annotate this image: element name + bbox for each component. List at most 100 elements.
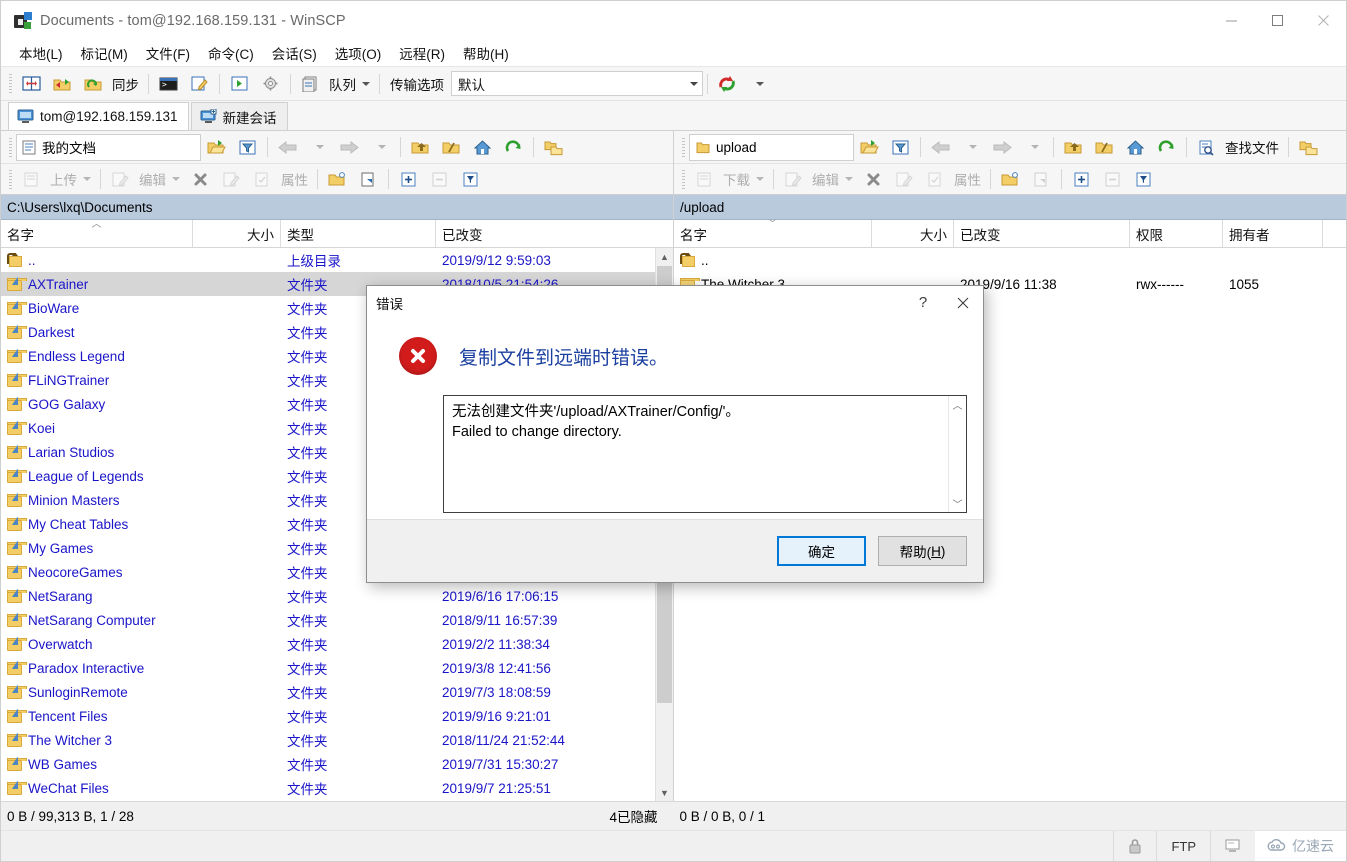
selection-filter-icon[interactable]: [456, 167, 485, 192]
close-icon[interactable]: [1300, 1, 1346, 40]
local-action-grip[interactable]: [9, 169, 12, 189]
open-terminal-icon[interactable]: >: [154, 71, 183, 96]
remote-selection-filter-icon[interactable]: [1129, 167, 1158, 192]
table-row[interactable]: WB Games 文件夹 2019/7/31 15:30:27: [1, 752, 673, 776]
table-row[interactable]: .. 上级目录 2019/9/12 9:59:03: [1, 248, 673, 272]
remote-path-grip[interactable]: [682, 137, 685, 157]
help-question-icon[interactable]: ?: [903, 286, 943, 319]
remote-home-directory-icon[interactable]: [1121, 135, 1150, 160]
menu-item-help[interactable]: 帮助(H): [454, 40, 518, 67]
scroll-up-icon[interactable]: ︿: [949, 396, 966, 413]
remote-dir-combo[interactable]: upload: [689, 133, 854, 161]
remote-action-grip[interactable]: [682, 169, 685, 189]
remote-header-rights[interactable]: 权限: [1130, 220, 1223, 247]
table-row[interactable]: WeChat Files 文件夹 2019/9/7 21:25:51: [1, 776, 673, 800]
folder-bookmark-icon[interactable]: [539, 135, 568, 160]
table-row[interactable]: NetSarang 文件夹 2019/6/16 17:06:15: [1, 584, 673, 608]
remote-forward-icon[interactable]: [988, 135, 1017, 160]
edit-file-icon[interactable]: [185, 71, 214, 96]
dialog-details-box[interactable]: 无法创建文件夹'/upload/AXTrainer/Config/'。 Fail…: [443, 395, 967, 513]
remote-header-name[interactable]: 名字 ﹀: [674, 220, 872, 247]
sync-button[interactable]: 同步: [110, 71, 143, 96]
toolbar-grip[interactable]: [9, 74, 12, 93]
back-dropdown-button[interactable]: [304, 135, 333, 160]
open-remote-folder-icon[interactable]: [855, 135, 884, 160]
preferences-gear-icon[interactable]: [256, 71, 285, 96]
remote-root-directory-icon[interactable]: [1090, 135, 1119, 160]
forward-dropdown-button[interactable]: [366, 135, 395, 160]
table-row[interactable]: Paradox Interactive 文件夹 2019/3/8 12:41:56: [1, 656, 673, 680]
local-path-grip[interactable]: [9, 137, 12, 157]
find-files-icon[interactable]: [1192, 135, 1221, 160]
dialog-details-scrollbar[interactable]: ︿ ﹀: [948, 396, 966, 512]
remote-parent-directory-icon[interactable]: [1059, 135, 1088, 160]
refresh-dropdown-button[interactable]: [744, 71, 773, 96]
menu-item-mark[interactable]: 标记(M): [72, 40, 137, 67]
new-folder-icon[interactable]: [323, 167, 352, 192]
remote-delete-icon[interactable]: [859, 167, 888, 192]
delete-icon[interactable]: [186, 167, 215, 192]
refresh-icon[interactable]: [499, 135, 528, 160]
tab-new-session[interactable]: 新建会话: [190, 102, 288, 130]
sync-folders-icon[interactable]: [79, 71, 108, 96]
remote-new-folder-icon[interactable]: [996, 167, 1025, 192]
menu-item-command[interactable]: 命令(C): [199, 40, 263, 67]
table-row[interactable]: SunloginRemote 文件夹 2019/7/3 18:08:59: [1, 680, 673, 704]
remote-forward-dropdown-button[interactable]: [1019, 135, 1048, 160]
remote-select-more-icon[interactable]: [1067, 167, 1096, 192]
new-file-icon[interactable]: [354, 167, 383, 192]
filter-icon[interactable]: [233, 135, 262, 160]
table-row[interactable]: The Witcher 3 文件夹 2018/11/24 21:52:44: [1, 728, 673, 752]
menu-item-remote[interactable]: 远程(R): [390, 40, 454, 67]
local-header-changed[interactable]: 已改变: [436, 220, 646, 247]
parent-directory-icon[interactable]: [406, 135, 435, 160]
menu-item-options[interactable]: 选项(O): [326, 40, 391, 67]
local-header-name[interactable]: 名字 ︿: [1, 220, 193, 247]
remote-header-changed[interactable]: 已改变: [954, 220, 1130, 247]
table-row[interactable]: NetSarang Computer 文件夹 2018/9/11 16:57:39: [1, 608, 673, 632]
minimize-icon[interactable]: [1208, 1, 1254, 40]
remote-refresh-icon[interactable]: [1152, 135, 1181, 160]
remote-folder-bookmark-icon[interactable]: [1294, 135, 1323, 160]
queue-button[interactable]: 队列: [327, 71, 374, 96]
refresh-session-icon[interactable]: [713, 71, 742, 96]
home-directory-icon[interactable]: [468, 135, 497, 160]
remote-address-bar[interactable]: /upload: [674, 195, 1346, 220]
remote-back-dropdown-button[interactable]: [957, 135, 986, 160]
select-less-icon[interactable]: [425, 167, 454, 192]
table-row[interactable]: Overwatch 文件夹 2019/2/2 11:38:34: [1, 632, 673, 656]
maximize-icon[interactable]: [1254, 1, 1300, 40]
open-local-folder-icon[interactable]: [202, 135, 231, 160]
ok-button[interactable]: 确定: [777, 536, 866, 566]
local-header-type[interactable]: 类型: [281, 220, 436, 247]
table-row[interactable]: Tencent Files 文件夹 2019/9/16 9:21:01: [1, 704, 673, 728]
lock-icon[interactable]: [1113, 831, 1156, 861]
sync-browse-icon[interactable]: [48, 71, 77, 96]
chevron-down-icon[interactable]: [685, 72, 702, 95]
scroll-down-icon[interactable]: ▼: [656, 784, 673, 801]
table-row[interactable]: ..: [674, 248, 1346, 272]
menu-item-file[interactable]: 文件(F): [137, 40, 199, 67]
scroll-up-icon[interactable]: ▲: [656, 248, 673, 265]
select-more-icon[interactable]: [394, 167, 423, 192]
dialog-close-icon[interactable]: [943, 286, 983, 319]
find-files-button[interactable]: 查找文件: [1223, 135, 1283, 160]
remote-header-owner[interactable]: 拥有者: [1223, 220, 1323, 247]
remote-select-less-icon[interactable]: [1098, 167, 1127, 192]
scroll-down-icon[interactable]: ﹀: [949, 495, 966, 512]
queue-manager-icon[interactable]: [225, 71, 254, 96]
back-icon[interactable]: [273, 135, 302, 160]
local-address-bar[interactable]: C:\Users\lxq\Documents: [1, 195, 673, 220]
remote-header-size[interactable]: 大小: [872, 220, 954, 247]
menu-item-session[interactable]: 会话(S): [263, 40, 326, 67]
remote-filter-icon[interactable]: [886, 135, 915, 160]
forward-icon[interactable]: [335, 135, 364, 160]
queue-list-icon[interactable]: [296, 71, 325, 96]
local-header-size[interactable]: 大小: [193, 220, 281, 247]
root-directory-icon[interactable]: [437, 135, 466, 160]
remote-back-icon[interactable]: [926, 135, 955, 160]
split-panels-icon[interactable]: [17, 71, 46, 96]
terminal-icon[interactable]: [1210, 831, 1255, 861]
menu-item-local[interactable]: 本地(L): [10, 40, 72, 67]
tab-session-active[interactable]: tom@192.168.159.131: [8, 102, 189, 130]
